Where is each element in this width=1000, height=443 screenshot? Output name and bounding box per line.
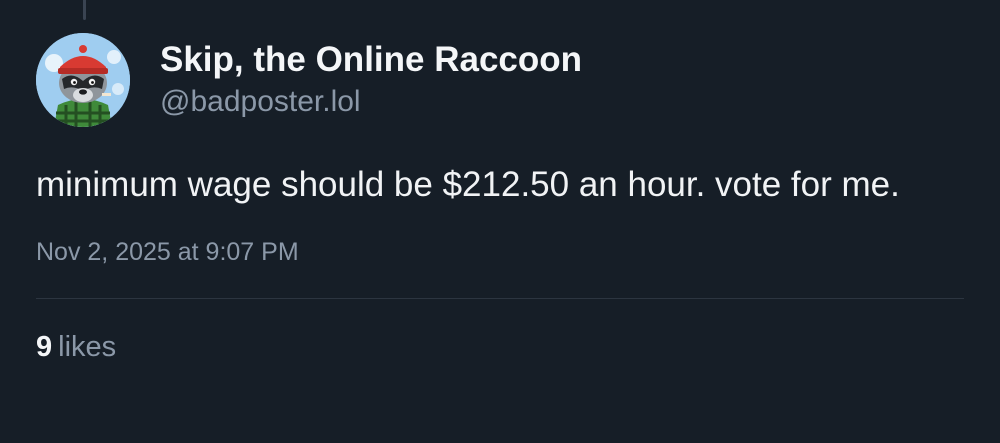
post-detail: Skip, the Online Raccoon @badposter.lol … bbox=[36, 32, 964, 365]
post-text: minimum wage should be $212.50 an hour. … bbox=[36, 165, 900, 204]
author-avatar[interactable] bbox=[36, 33, 130, 127]
likes-summary[interactable]: 9 likes bbox=[36, 329, 964, 365]
likes-label: likes bbox=[58, 331, 117, 363]
post-header: Skip, the Online Raccoon @badposter.lol bbox=[36, 32, 964, 128]
author-names: Skip, the Online Raccoon @badposter.lol bbox=[160, 39, 582, 121]
likes-count: 9 bbox=[36, 331, 53, 363]
author-display-name[interactable]: Skip, the Online Raccoon bbox=[160, 39, 582, 81]
divider bbox=[36, 298, 964, 299]
thread-connector-line bbox=[83, 0, 86, 20]
post-timestamp[interactable]: Nov 2, 2025 at 9:07 PM bbox=[36, 236, 964, 268]
author-handle[interactable]: @badposter.lol bbox=[160, 83, 582, 121]
raccoon-avatar-icon bbox=[36, 33, 130, 127]
